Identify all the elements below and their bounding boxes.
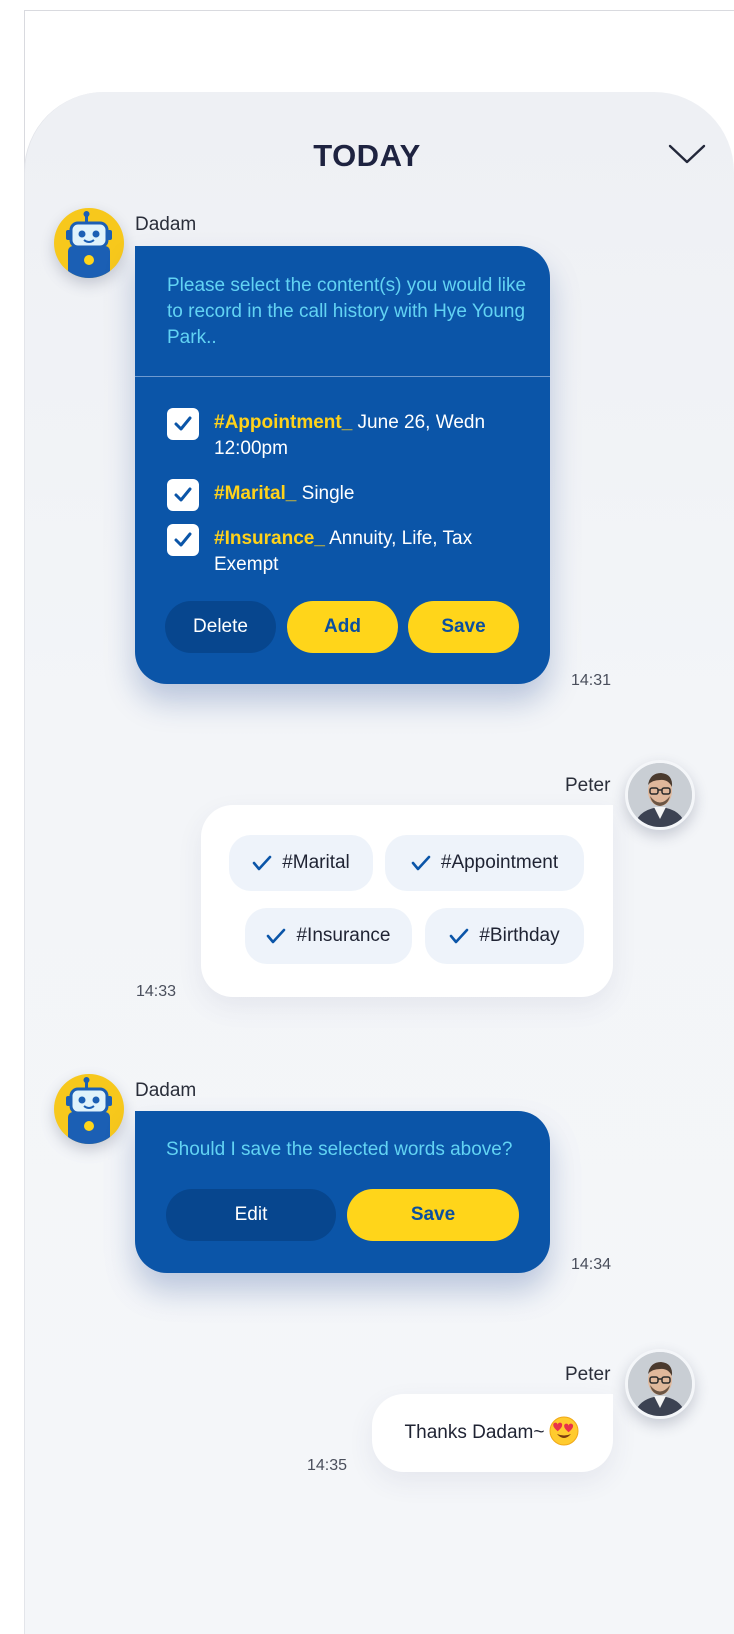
bot-avatar[interactable] [54, 1074, 124, 1144]
option-label: #Marital_ Single [214, 481, 354, 507]
chip-marital[interactable]: #Marital [229, 835, 373, 891]
smiling-face-with-heart-eyes-icon [548, 1415, 580, 1452]
checkbox-checked[interactable] [167, 408, 199, 440]
date-header: TODAY [313, 138, 421, 173]
check-icon [450, 928, 469, 944]
option-appointment[interactable]: #Appointment_ June 26, Wedn 12:00pm [167, 408, 514, 462]
person-photo [628, 763, 692, 827]
chip-label: #Appointment [440, 852, 559, 873]
robot-icon [66, 1077, 112, 1144]
bot-avatar[interactable] [54, 208, 124, 278]
save-button[interactable]: Save [347, 1189, 519, 1241]
chip-insurance[interactable]: #Insurance [245, 908, 412, 964]
sender-name: Peter [565, 775, 611, 796]
message-time: 14:35 [307, 1457, 348, 1474]
robot-icon [66, 211, 112, 278]
bubble-divider [135, 376, 550, 377]
option-marital[interactable]: #Marital_ Single [167, 479, 354, 511]
chip-appointment[interactable]: #Appointment [385, 835, 584, 891]
checkbox-checked[interactable] [167, 524, 199, 556]
checkbox-checked[interactable] [167, 479, 199, 511]
user-message-text: Thanks Dadam~ [404, 1422, 545, 1443]
message-time: 14:31 [571, 672, 612, 689]
sender-name: Dadam [135, 1080, 197, 1101]
option-tag: #Marital_ [214, 483, 297, 504]
check-icon [174, 416, 192, 431]
delete-button[interactable]: Delete [165, 601, 276, 653]
chip-label: #Birthday [479, 925, 560, 946]
user-avatar[interactable] [625, 1349, 695, 1419]
check-icon [174, 532, 192, 547]
check-icon [411, 855, 431, 871]
bot-message-bubble: Should I save the selected words above? … [135, 1111, 550, 1273]
option-value: Single [296, 483, 355, 504]
option-label: #Insurance_ Annuity, Life, Tax Exempt [214, 526, 514, 578]
person-photo [628, 1352, 692, 1416]
sender-name: Peter [565, 1364, 611, 1385]
message-time: 14:33 [136, 983, 177, 1000]
chevron-down-icon[interactable] [667, 140, 707, 170]
user-avatar[interactable] [625, 760, 695, 830]
option-tag: #Insurance_ [214, 528, 325, 549]
option-tag: #Appointment_ [214, 412, 353, 433]
option-label: #Appointment_ June 26, Wedn 12:00pm [214, 410, 514, 462]
message-time: 14:34 [571, 1256, 612, 1273]
chip-label: #Marital [282, 852, 350, 873]
chip-birthday[interactable]: #Birthday [425, 908, 584, 964]
bot-message-text: Should I save the selected words above? [166, 1139, 513, 1160]
bot-message-text: Please select the content(s) you would l… [167, 275, 527, 348]
user-message-bubble: #Marital #Appointment #Insurance #Birthd… [201, 805, 613, 997]
bot-message-bubble: Please select the content(s) you would l… [135, 246, 550, 684]
check-icon [174, 487, 192, 502]
add-button[interactable]: Add [287, 601, 398, 653]
check-icon [267, 928, 286, 944]
chip-label: #Insurance [296, 925, 391, 946]
check-icon [252, 855, 272, 871]
sender-name: Dadam [135, 214, 197, 235]
user-message-bubble: Thanks Dadam~ [372, 1394, 613, 1472]
edit-button[interactable]: Edit [166, 1189, 336, 1241]
option-insurance[interactable]: #Insurance_ Annuity, Life, Tax Exempt [167, 524, 514, 578]
save-button[interactable]: Save [408, 601, 519, 653]
